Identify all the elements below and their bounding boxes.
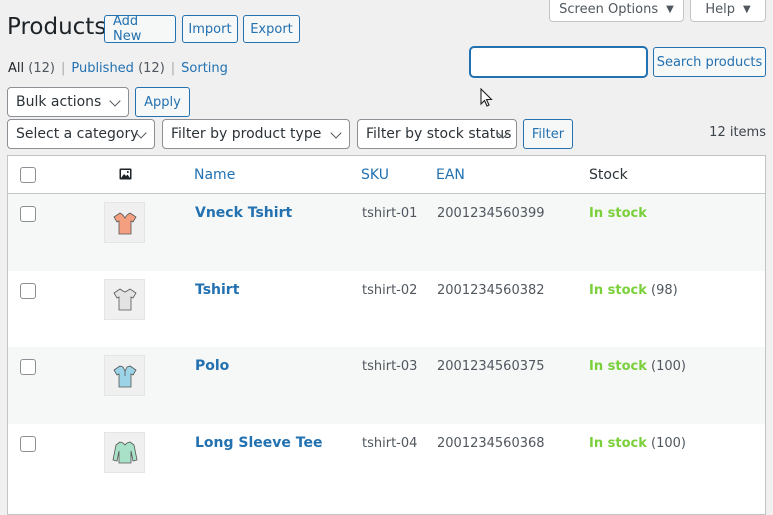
product-sku: tshirt-03 [362,359,418,374]
bulk-actions-select[interactable]: Bulk actions [7,87,129,117]
long-sleeve-shirt-icon [112,441,137,464]
product-thumbnail[interactable] [104,278,145,320]
caret-down-icon: ▼ [742,4,751,15]
image-icon [119,168,132,180]
chevron-down-icon [109,95,121,107]
row-checkbox[interactable] [20,282,36,299]
page-title: Products [7,14,107,40]
product-sku: tshirt-02 [362,282,418,298]
product-ean: 2001234560382 [437,282,545,298]
export-button[interactable]: Export [243,15,300,43]
product-name-link[interactable]: Tshirt [195,282,239,298]
product-stock: In stock (98) [589,283,678,298]
category-select[interactable]: Select a category [7,119,155,149]
bulk-actions-value: Bulk actions [16,94,102,110]
items-count: 12 items [709,125,766,140]
table-row: Polo tshirt-03 2001234560375 In stock (1… [8,347,765,424]
view-separator: | [60,61,66,76]
product-ean: 2001234560368 [437,435,545,451]
product-ean: 2001234560375 [437,359,545,374]
stock-status: In stock [589,359,647,374]
view-published-count: (12) [138,61,165,76]
import-button[interactable]: Import [182,15,238,43]
stock-quantity: (98) [651,282,678,298]
screen-options-label: Screen Options [559,2,659,17]
product-thumbnail[interactable] [104,431,145,473]
view-separator: | [170,61,176,76]
product-stock: In stock [589,206,647,221]
table-header: Name SKU EAN Stock [8,156,765,194]
row-checkbox[interactable] [20,359,36,375]
tshirt-icon [112,288,137,311]
product-ean: 2001234560399 [437,206,545,221]
caret-down-icon: ▼ [666,4,674,15]
column-stock: Stock [589,167,628,183]
product-thumbnail[interactable] [104,202,145,243]
row-checkbox[interactable] [20,206,36,222]
screen-options-tab[interactable]: Screen Options ▼ [549,0,684,22]
view-all-label: All [8,61,25,76]
stock-status-value: Filter by stock status [366,126,512,142]
view-all-count: (12) [28,61,55,76]
stock-status: In stock [589,435,647,451]
mouse-pointer-icon [480,88,493,107]
search-input[interactable] [470,47,647,77]
products-table: Name SKU EAN Stock Vneck Tshirt tshirt-0… [7,155,766,515]
table-row: Vneck Tshirt tshirt-01 2001234560399 In … [8,194,765,271]
product-sku: tshirt-01 [362,206,418,221]
stock-status: In stock [589,206,647,221]
category-value: Select a category [16,126,139,142]
help-tab[interactable]: Help ▼ [690,0,766,22]
product-name-link[interactable]: Polo [195,358,229,374]
product-name-link[interactable]: Long Sleeve Tee [195,435,322,451]
table-row: Long Sleeve Tee tshirt-04 2001234560368 … [8,424,765,501]
chevron-down-icon [330,127,342,139]
apply-button[interactable]: Apply [135,87,190,117]
search-products-button[interactable]: Search products [653,47,766,77]
view-sorting[interactable]: Sorting [181,61,228,76]
view-all[interactable]: All (12) [8,61,55,76]
select-all-checkbox[interactable] [20,167,36,183]
tshirt-icon [112,212,137,234]
help-label: Help [705,2,735,17]
stock-quantity: (100) [651,359,686,374]
stock-status-select[interactable]: Filter by stock status [357,119,517,149]
product-thumbnail[interactable] [104,355,145,396]
column-name[interactable]: Name [194,167,235,183]
product-type-select[interactable]: Filter by product type [162,119,350,149]
polo-shirt-icon [112,365,137,387]
filter-button[interactable]: Filter [523,119,573,149]
product-stock: In stock (100) [589,359,686,374]
stock-status: In stock [589,282,647,298]
view-published[interactable]: Published (12) [71,61,164,76]
add-new-button[interactable]: Add New [104,14,176,44]
view-published-label: Published [71,61,134,76]
product-name-link[interactable]: Vneck Tshirt [195,205,292,221]
column-sku[interactable]: SKU [361,167,389,183]
product-type-value: Filter by product type [171,126,322,142]
stock-quantity: (100) [651,435,686,451]
table-row: Tshirt tshirt-02 2001234560382 In stock … [8,271,765,348]
status-views: All (12) | Published (12) | Sorting [8,61,228,76]
product-sku: tshirt-04 [362,435,418,451]
product-stock: In stock (100) [589,436,686,451]
column-ean[interactable]: EAN [436,167,465,183]
row-checkbox[interactable] [20,435,36,452]
